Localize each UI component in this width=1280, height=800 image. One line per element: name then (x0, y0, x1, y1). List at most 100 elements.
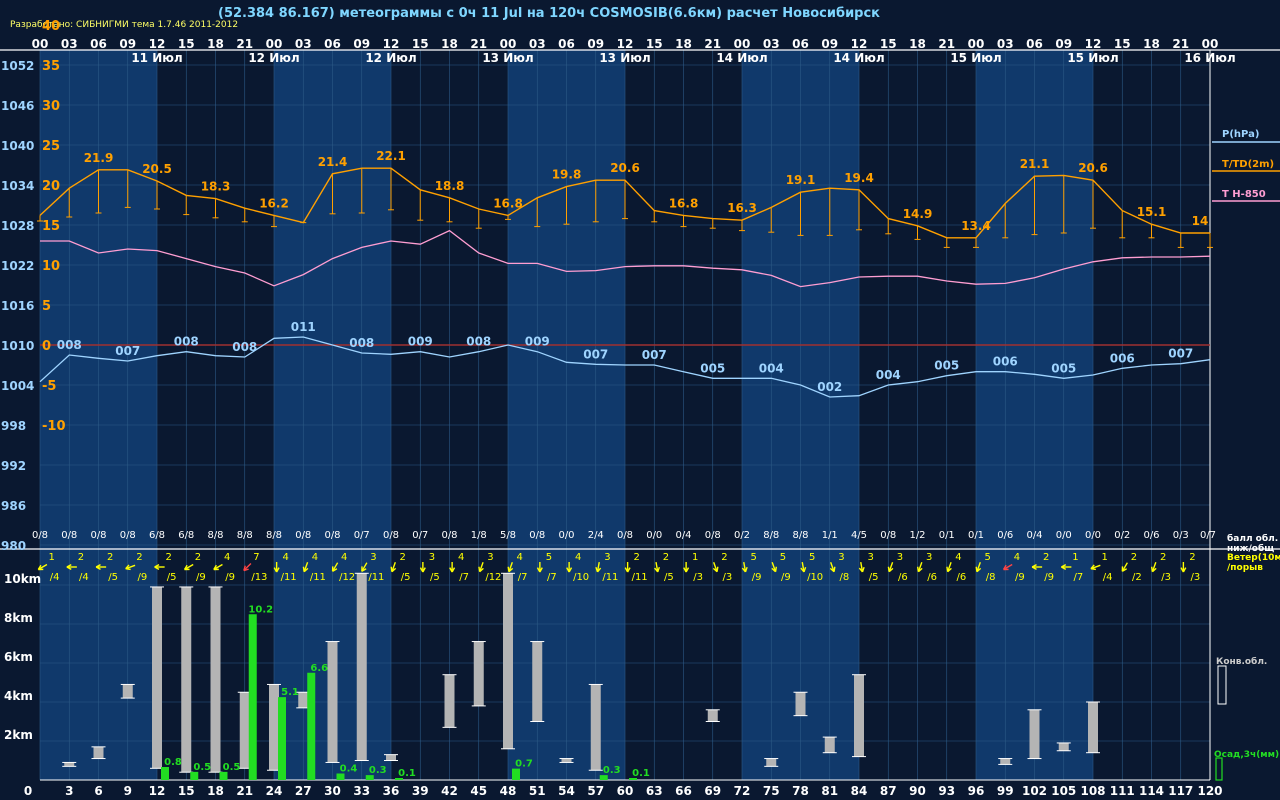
cloud-cover-label: 0/4 (1026, 530, 1042, 541)
precipitation-value-label: 0.1 (632, 768, 650, 779)
top-hour-label: 00 (968, 37, 985, 51)
day-label: 15 Июл (1067, 51, 1118, 65)
convective-cloud-legend: Конв.обл. (1216, 656, 1267, 667)
wind-gust-label: /4 (79, 572, 89, 583)
cloud-cover-label: 0/8 (324, 530, 340, 541)
cloud-cover-label: 0/4 (675, 530, 691, 541)
pressure-tick-label: 1016 (1, 299, 34, 313)
day-label: 12 Июл (248, 51, 299, 65)
wind-speed-label: 4 (341, 552, 347, 563)
top-hour-label: 00 (32, 37, 49, 51)
pressure-value-label: 004 (759, 361, 784, 375)
wind-arrowhead (887, 566, 890, 572)
wind-speed-label: 2 (107, 552, 113, 563)
bottom-hour-label: 21 (236, 784, 253, 798)
top-hour-label: 12 (383, 37, 400, 51)
bottom-hour-label: 36 (383, 784, 400, 798)
top-hour-label: 09 (119, 37, 136, 51)
precipitation-value-label: 0.5 (223, 762, 241, 773)
top-hour-label: 03 (61, 37, 78, 51)
height-tick-label: 2km (4, 728, 33, 742)
precipitation-value-label: 0.8 (164, 757, 182, 768)
cloud-cover-label: 0/8 (295, 530, 311, 541)
wind-gust-label: /12 (339, 572, 355, 583)
bottom-hour-label: 84 (851, 784, 868, 798)
bottom-hour-label: 3 (65, 784, 73, 798)
convective-cloud-bar (707, 709, 718, 722)
wind-arrowhead (507, 566, 510, 572)
top-hour-label: 15 (1114, 37, 1131, 51)
bottom-hour-label: 105 (1051, 784, 1076, 798)
wind-gust-label: /5 (167, 572, 177, 583)
pressure-value-label: 006 (993, 355, 1018, 369)
pressure-value-label: 004 (876, 368, 901, 382)
pressure-value-label: 008 (349, 336, 374, 350)
bottom-hour-label: 57 (587, 784, 604, 798)
wind-speed-label: 2 (1189, 552, 1195, 563)
legend-t850: T H-850 (1222, 189, 1266, 200)
temperature-value-label: 14 (1192, 214, 1209, 228)
convective-cloud-bar (1058, 742, 1069, 751)
bottom-hour-label: 54 (558, 784, 575, 798)
wind-gust-label: /7 (1074, 572, 1084, 583)
pressure-tick-label: 1022 (1, 259, 34, 273)
top-hour-label: 12 (149, 37, 166, 51)
wind-speed-label: 2 (399, 552, 405, 563)
bottom-hour-label: 15 (178, 784, 195, 798)
cloud-cover-label: 0/8 (705, 530, 721, 541)
cloud-cover-label: 8/8 (207, 530, 223, 541)
wind-arrowhead (302, 566, 305, 572)
bottom-hour-label: 33 (353, 784, 370, 798)
temperature-value-label: 14.9 (903, 207, 933, 221)
bottom-hour-label: 78 (792, 784, 809, 798)
precipitation-bar (219, 771, 228, 780)
top-hour-label: 06 (324, 37, 341, 51)
convective-cloud-bar (590, 684, 601, 771)
cloud-cover-label: 0/2 (734, 530, 750, 541)
cloud-cover-label: 0/7 (412, 530, 428, 541)
cloud-cover-label: 0/8 (61, 530, 77, 541)
bottom-hour-label: 87 (880, 784, 897, 798)
bottom-hour-label: 39 (412, 784, 429, 798)
cloud-cover-header: балл обл. (1227, 533, 1278, 544)
top-hour-label: 03 (295, 37, 312, 51)
temperature-tick-label: 15 (42, 219, 60, 234)
wind-gust-label: /12 (485, 572, 501, 583)
convective-cloud-bar (1029, 709, 1040, 759)
wind-gust-label: /9 (1015, 572, 1025, 583)
wind-speed-label: 3 (897, 552, 903, 563)
cloud-cover-label: 0/8 (617, 530, 633, 541)
pressure-tick-label: 998 (1, 419, 26, 433)
temperature-value-label: 21.4 (318, 155, 348, 169)
pressure-tick-label: 1046 (1, 99, 34, 113)
cloud-cover-label: 1/2 (909, 530, 925, 541)
temperature-value-label: 19.1 (786, 173, 816, 187)
wind-gust-label: /7 (459, 572, 469, 583)
bottom-hour-label: 27 (295, 784, 312, 798)
bottom-hour-label: 90 (909, 784, 926, 798)
top-hour-label: 15 (412, 37, 429, 51)
temperature-value-label: 20.6 (1078, 161, 1108, 175)
convective-cloud-bar (327, 641, 338, 763)
pressure-value-label: 008 (174, 335, 199, 349)
top-hour-label: 03 (997, 37, 1014, 51)
bottom-hour-label: 51 (529, 784, 546, 798)
top-hour-label: 00 (1202, 37, 1219, 51)
pressure-value-label: 006 (1110, 351, 1135, 365)
pressure-tick-label: 1004 (1, 379, 34, 393)
wind-gust-label: /8 (986, 572, 996, 583)
wind-speed-label: 1 (692, 552, 698, 563)
pressure-value-label: 009 (408, 335, 433, 349)
top-hour-label: 00 (266, 37, 283, 51)
wind-gust-label: /9 (752, 572, 762, 583)
wind-arrowhead (390, 566, 393, 572)
cloud-cover-label: 4/5 (851, 530, 867, 541)
top-hour-label: 03 (763, 37, 780, 51)
convective-cloud-bar (122, 684, 133, 699)
precipitation-value-label: 0.4 (340, 764, 358, 775)
temperature-value-label: 18.8 (435, 179, 465, 193)
cloud-cover-label: 8/8 (792, 530, 808, 541)
wind-gust-label: /11 (310, 572, 326, 583)
pressure-tick-label: 1028 (1, 219, 34, 233)
day-label: 14 Июл (833, 51, 884, 65)
